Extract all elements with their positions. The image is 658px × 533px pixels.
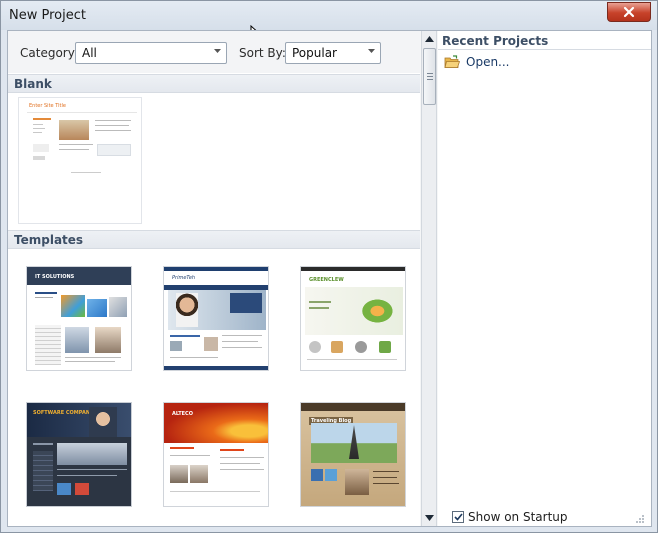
template-caption: GREENCLEW — [309, 277, 344, 283]
template-caption: IT SOLUTIONS — [35, 274, 75, 280]
scroll-up-button[interactable] — [422, 31, 437, 47]
category-value: All — [82, 46, 97, 60]
sortby-dropdown[interactable]: Popular — [285, 42, 381, 64]
template-thumbnail-traveling-blog[interactable]: Traveling Blog — [300, 402, 406, 507]
chevron-down-icon — [214, 49, 221, 53]
blank-section-header: Blank — [8, 74, 420, 93]
chevron-down-icon — [368, 49, 375, 53]
new-project-window: New Project Category: All Sort By: Popul… — [0, 0, 658, 533]
resize-grip-icon[interactable] — [635, 514, 645, 524]
show-on-startup-checkbox[interactable] — [452, 511, 464, 523]
template-caption: PrimeTeh — [172, 275, 196, 281]
window-title: New Project — [9, 8, 86, 23]
close-button[interactable] — [607, 2, 651, 22]
templates-section-title: Templates — [14, 233, 84, 247]
sortby-value: Popular — [292, 46, 337, 60]
title-bar[interactable]: New Project — [1, 1, 657, 30]
sortby-label: Sort By: — [239, 46, 286, 60]
gallery-pane: Category: All Sort By: Popular Blank Ent… — [8, 31, 420, 526]
blank-template-thumbnail[interactable]: Enter Site Title — [18, 97, 142, 224]
templates-section-header: Templates — [8, 230, 420, 249]
scroll-thumb[interactable] — [423, 48, 436, 105]
template-thumbnail-it-solutions[interactable]: IT SOLUTIONS — [26, 266, 132, 371]
template-thumbnail-primeteh[interactable]: PrimeTeh — [163, 266, 269, 371]
gallery-scrollbar[interactable] — [421, 31, 437, 526]
template-caption: ALTECO — [172, 411, 193, 417]
template-caption: SOFTWARE COMPANY — [33, 410, 94, 416]
open-project-link[interactable]: Open... — [444, 55, 510, 69]
recent-projects-header: Recent Projects — [438, 32, 651, 50]
category-dropdown[interactable]: All — [75, 42, 227, 64]
blank-thumb-caption: Enter Site Title — [29, 103, 66, 109]
recent-projects-title: Recent Projects — [442, 34, 549, 48]
arrow-down-icon — [425, 515, 434, 521]
template-thumbnail-alteco[interactable]: ALTECO — [163, 402, 269, 507]
dialog-content: Category: All Sort By: Popular Blank Ent… — [7, 30, 652, 527]
open-folder-icon — [444, 55, 460, 68]
filter-bar: Category: All Sort By: Popular — [8, 31, 420, 73]
category-label: Category: — [20, 46, 78, 60]
checkmark-icon — [453, 513, 463, 521]
close-icon — [623, 6, 635, 18]
show-on-startup-label: Show on Startup — [468, 510, 568, 524]
show-on-startup-option[interactable]: Show on Startup — [452, 510, 568, 524]
blank-section-title: Blank — [14, 77, 52, 91]
scroll-down-button[interactable] — [422, 510, 437, 526]
template-thumbnail-greenclew[interactable]: GREENCLEW — [300, 266, 406, 371]
recent-projects-pane: Recent Projects Open... Show on Startup — [438, 31, 651, 526]
open-label: Open... — [466, 55, 510, 69]
template-thumbnail-software-company[interactable]: SOFTWARE COMPANY — [26, 402, 132, 507]
arrow-up-icon — [425, 36, 434, 42]
